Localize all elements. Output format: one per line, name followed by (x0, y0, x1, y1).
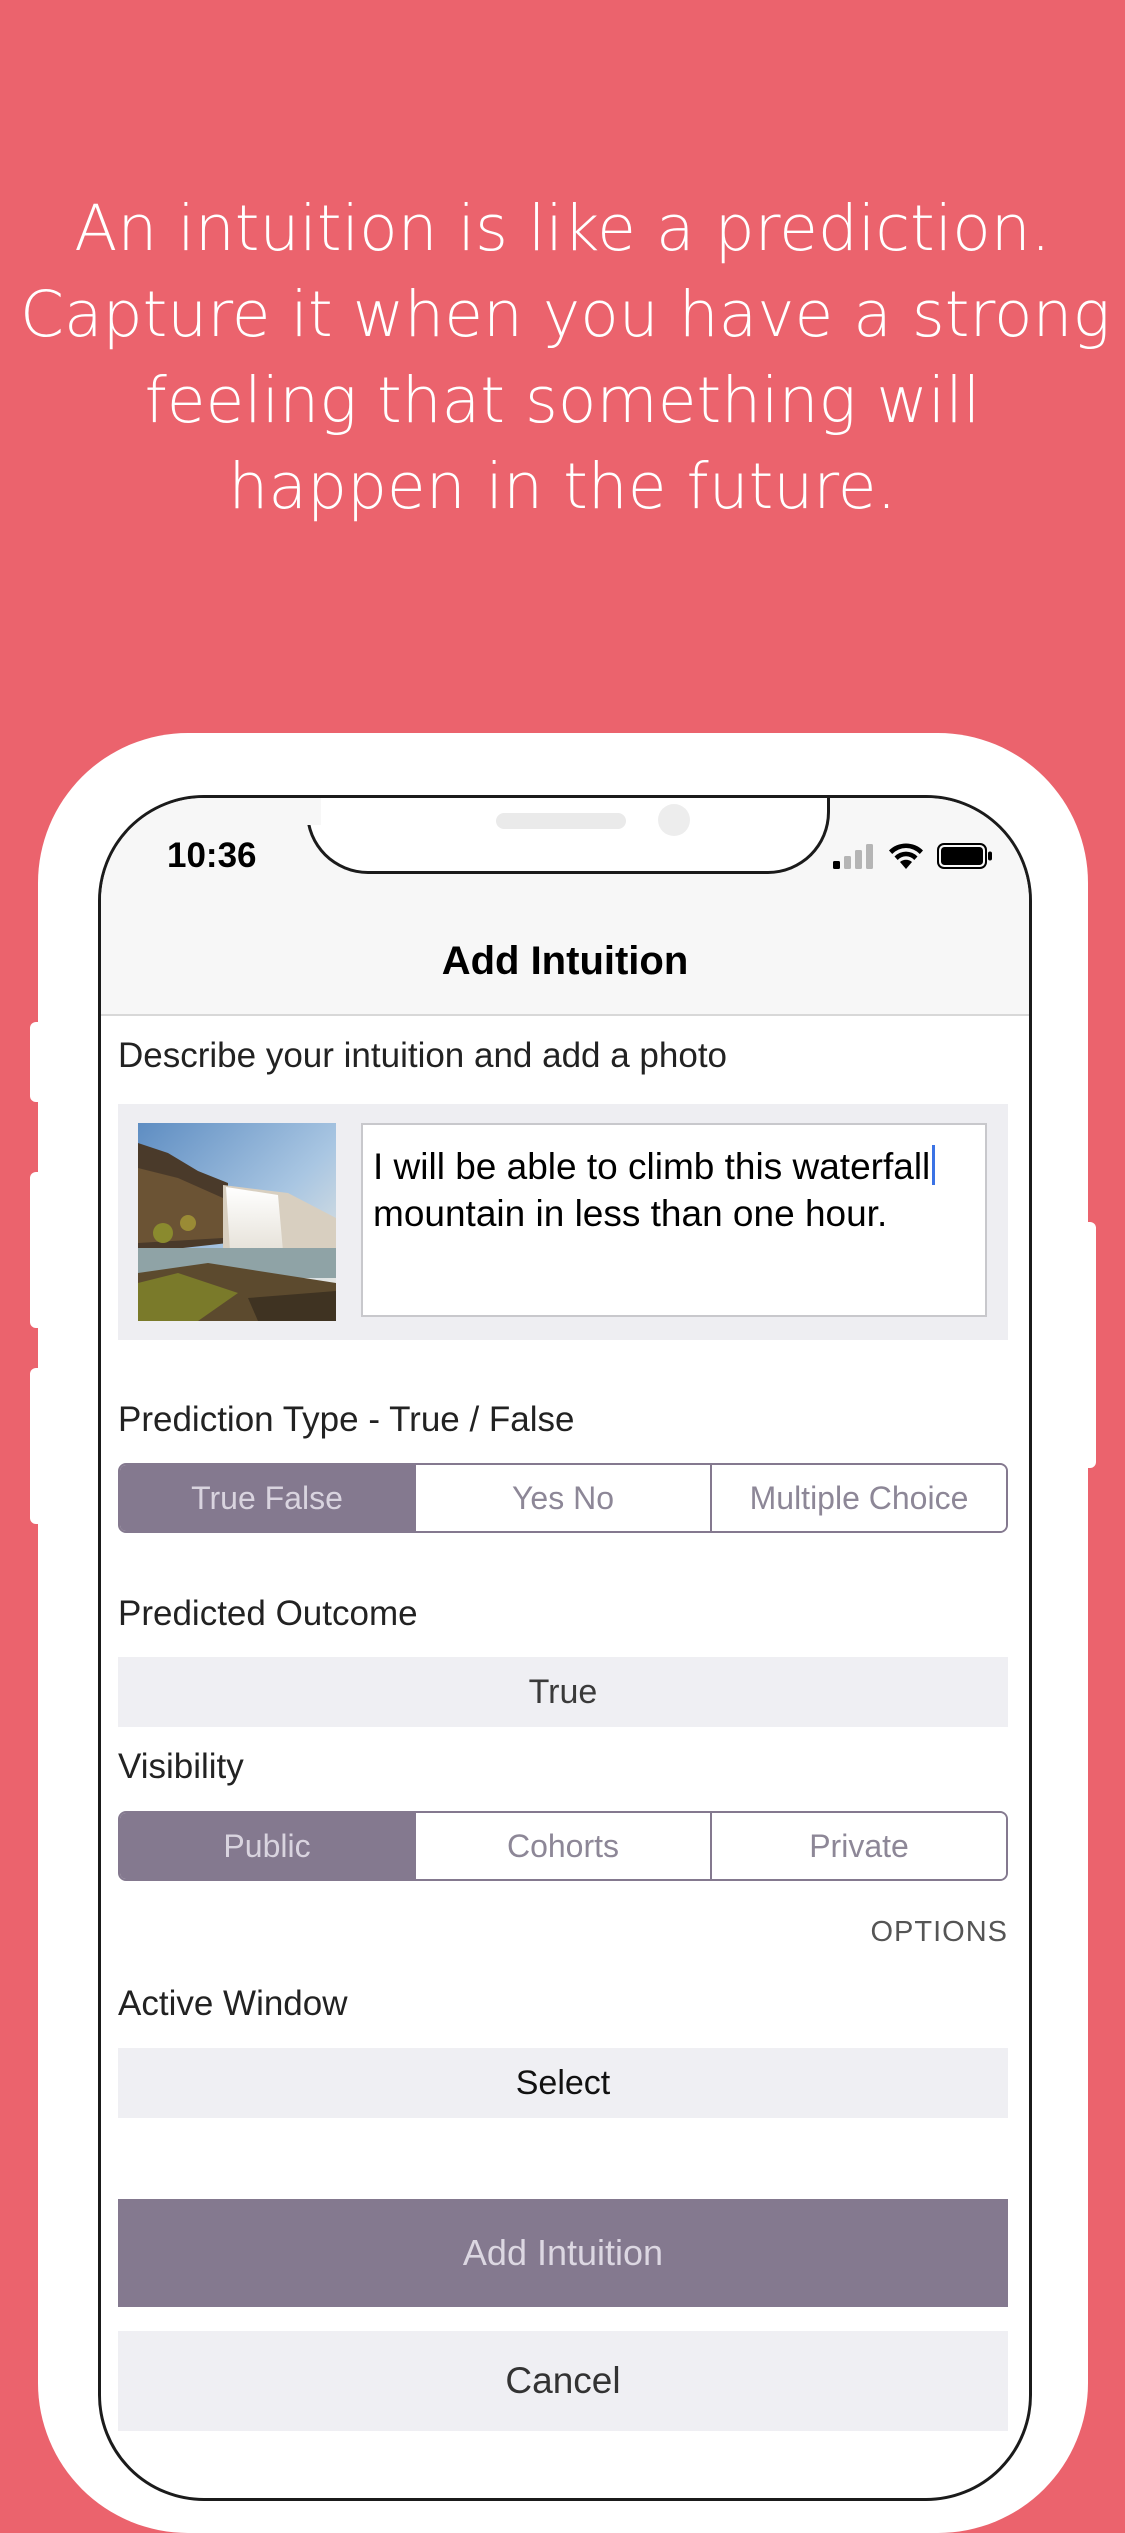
battery-icon (937, 843, 993, 874)
waterfall-photo[interactable] (138, 1123, 336, 1321)
describe-label: Describe your intuition and add a photo (118, 1036, 728, 1075)
description-textarea[interactable]: I will be able to climb this waterfall m… (361, 1123, 987, 1317)
headline-line-4: happen in the future. (228, 450, 897, 523)
add-intuition-button[interactable]: Add Intuition (118, 2199, 1008, 2307)
active-window-label: Active Window (118, 1984, 348, 2023)
signal-icon (833, 843, 875, 874)
headline-line-3: feeling that something will (144, 364, 981, 437)
headline-line-1: An intuition is like a prediction. (74, 192, 1051, 265)
headline: An intuition is like a prediction. Captu… (20, 186, 1111, 530)
page-title: Add Intuition (441, 939, 689, 983)
prediction-type-segmented-control: True False Yes No Multiple Choice (118, 1463, 1008, 1533)
status-icons (833, 842, 993, 875)
headline-line-2: Capture it when you have a strong (20, 278, 1111, 351)
notch (306, 798, 830, 874)
active-window-select[interactable]: Select (118, 2048, 1008, 2118)
description-text-start: I will be able to climb this waterfall (373, 1146, 931, 1187)
cancel-button[interactable]: Cancel (118, 2331, 1008, 2431)
description-text-end: mountain in less than one hour. (373, 1193, 888, 1234)
segment-true-false[interactable]: True False (120, 1465, 414, 1531)
notch-corner-left (291, 798, 321, 825)
predicted-outcome-field[interactable]: True (118, 1657, 1008, 1727)
earpiece-speaker (496, 813, 626, 829)
segment-multiple-choice[interactable]: Multiple Choice (710, 1465, 1006, 1531)
visibility-segmented-control: Public Cohorts Private (118, 1811, 1008, 1881)
segment-public[interactable]: Public (120, 1813, 414, 1879)
segment-private[interactable]: Private (710, 1813, 1006, 1879)
prediction-type-label: Prediction Type - True / False (118, 1400, 575, 1439)
phone-screen: 10:36 Add Intuition Describe your intuit… (98, 795, 1032, 2501)
segment-yes-no[interactable]: Yes No (414, 1465, 710, 1531)
navigation-bar: Add Intuition (101, 913, 1029, 1016)
front-camera (658, 804, 690, 836)
wifi-icon (887, 842, 925, 875)
segment-cohorts[interactable]: Cohorts (414, 1813, 710, 1879)
visibility-label: Visibility (118, 1747, 244, 1786)
predicted-outcome-label: Predicted Outcome (118, 1594, 418, 1633)
photo-description-row: I will be able to climb this waterfall m… (118, 1104, 1008, 1340)
options-link[interactable]: OPTIONS (870, 1916, 1008, 1949)
text-caret (932, 1145, 936, 1185)
status-time: 10:36 (167, 836, 257, 875)
